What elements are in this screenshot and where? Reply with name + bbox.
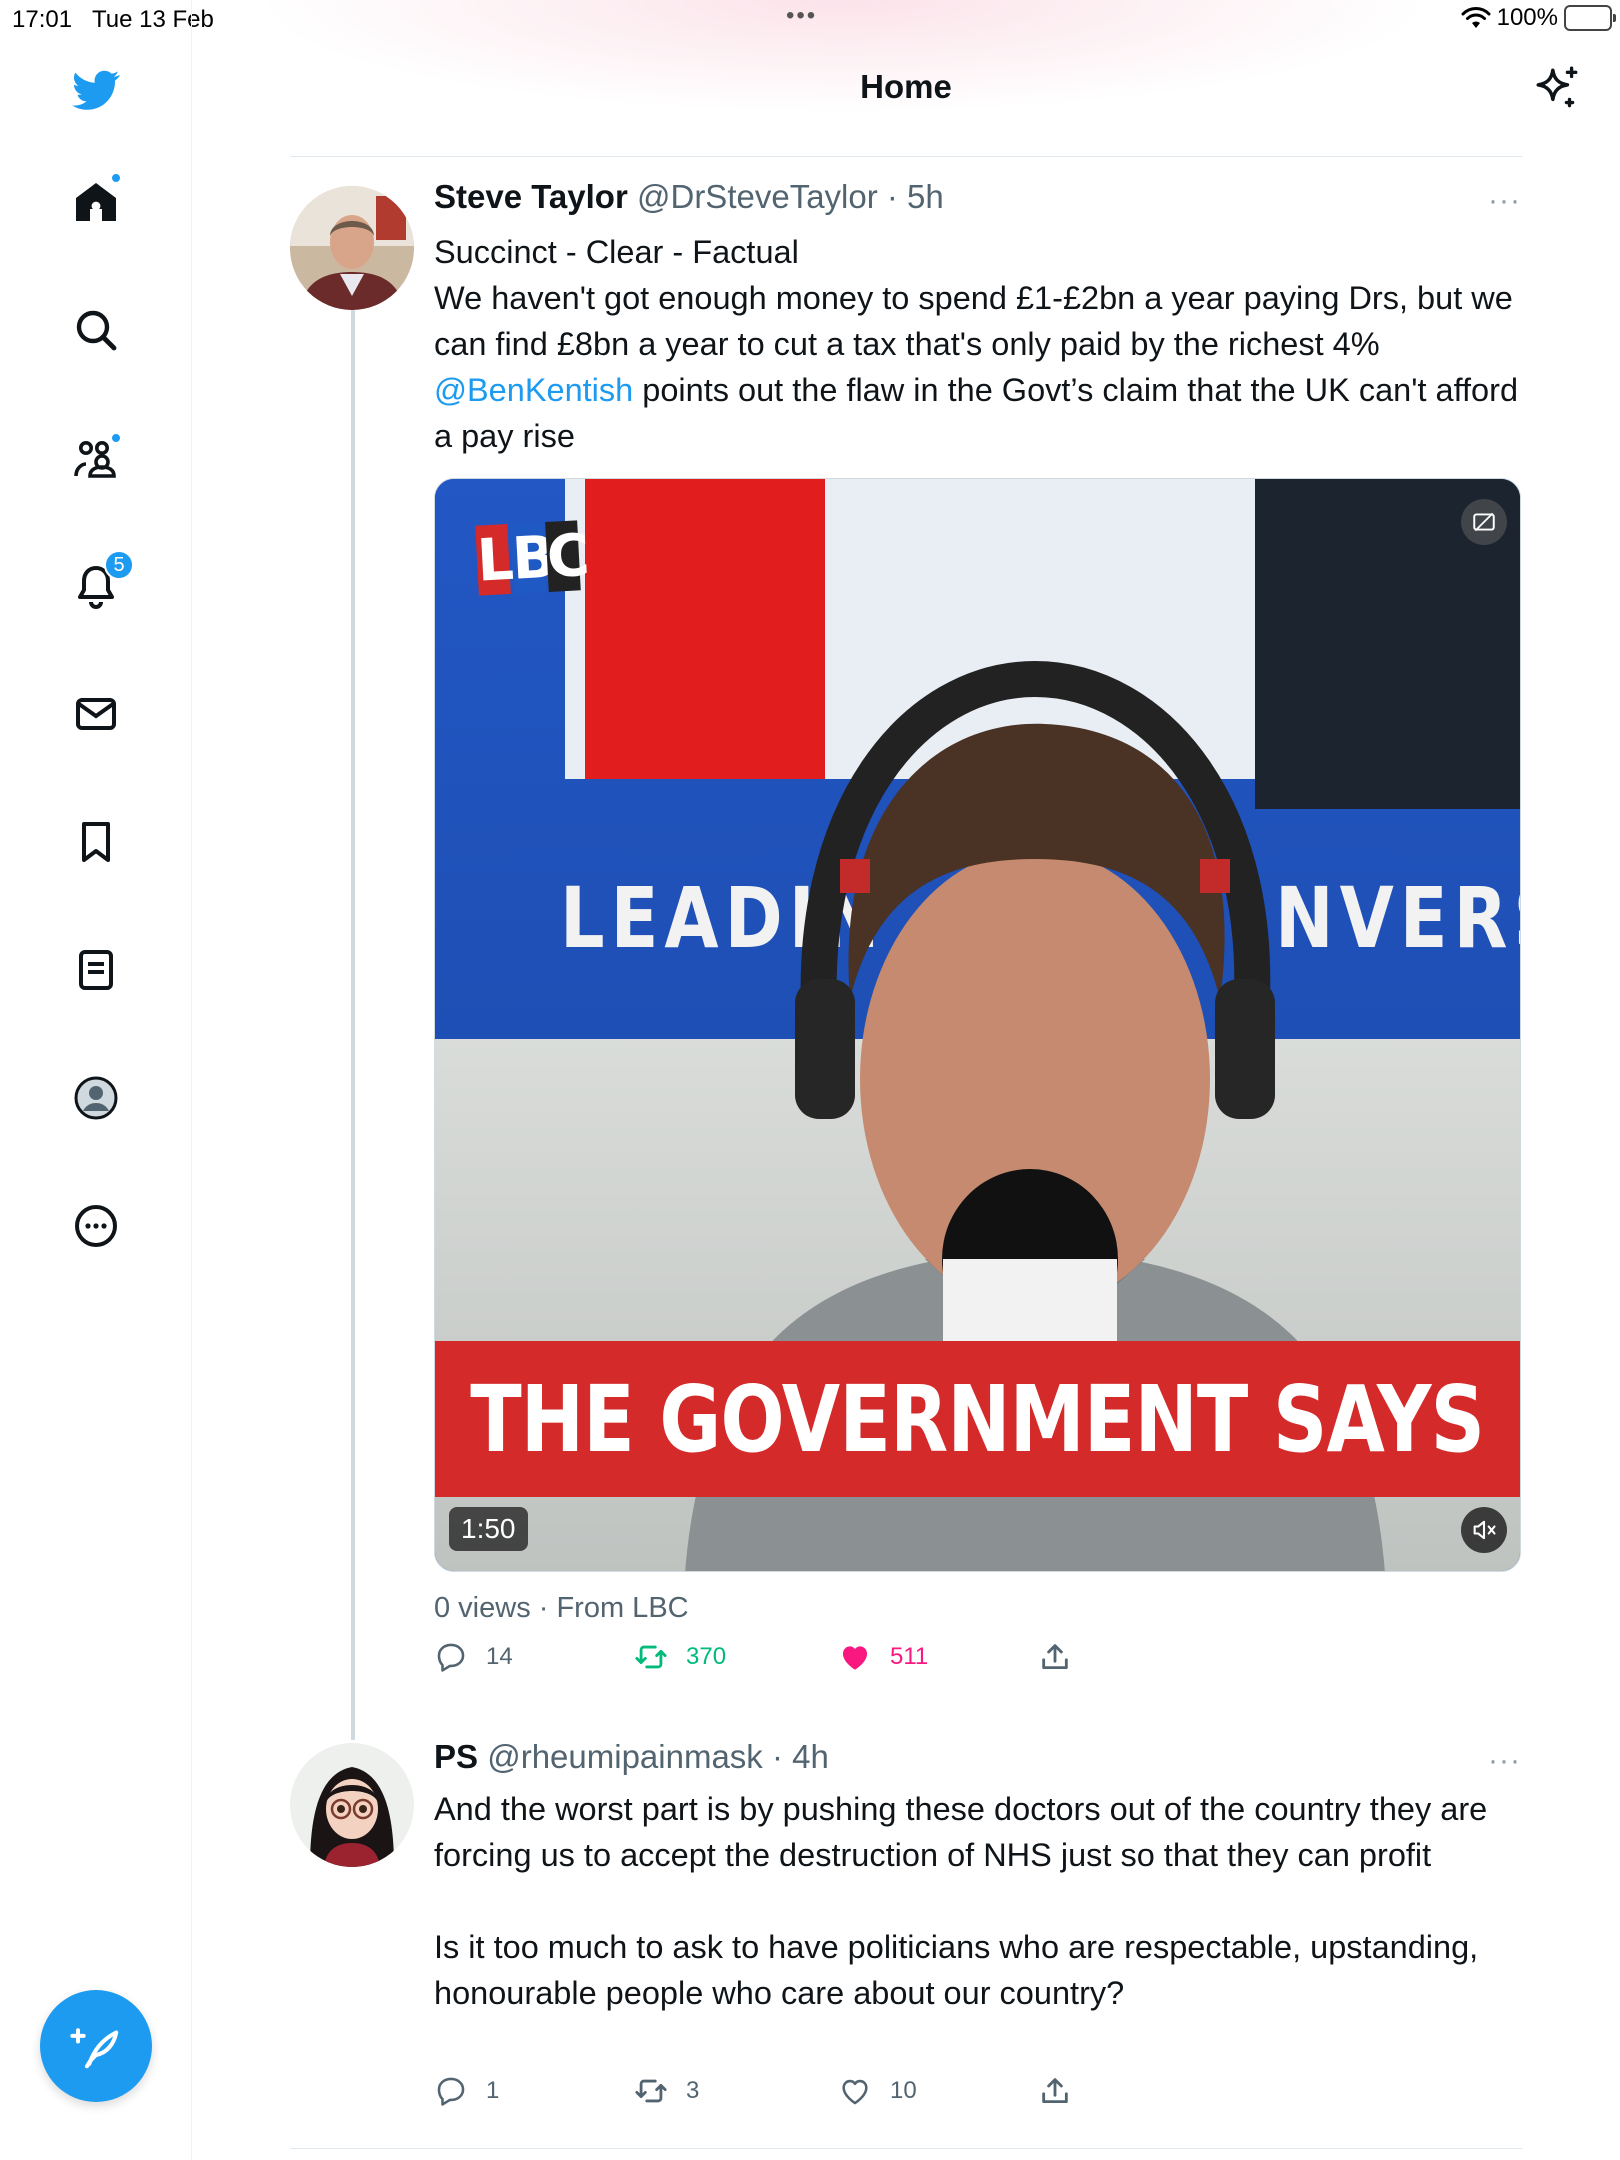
tweet-1-retweet-button[interactable]: 370 <box>634 1640 726 1674</box>
page-title: Home <box>860 68 952 105</box>
profile-icon <box>74 1076 118 1120</box>
nav-more[interactable] <box>66 1196 126 1256</box>
tweet-2-paragraph-2: Is it too much to ask to have politician… <box>434 1929 1488 2011</box>
multitasking-dots[interactable]: ••• <box>786 2 817 30</box>
sparkle-icon <box>1536 66 1578 108</box>
retweet-icon <box>635 2079 667 2103</box>
video-duration: 1:50 <box>449 1507 528 1551</box>
lists-icon <box>79 950 113 990</box>
share-icon <box>1042 1644 1068 1670</box>
tweet-1-timestamp[interactable]: · 5h <box>887 178 944 215</box>
lbc-logo-letter-b: B <box>510 522 558 594</box>
mute-button[interactable] <box>1461 1507 1507 1553</box>
home-icon <box>76 183 116 221</box>
header-divider <box>290 156 1522 157</box>
tweet-1-line-1: Succinct - Clear - Factual <box>434 234 799 270</box>
tweet-2-text: And the worst part is by pushing these d… <box>434 1786 1524 2016</box>
speaker-muted-icon <box>1473 1520 1496 1540</box>
tweet-2-author-handle[interactable]: @rheumipainmask <box>487 1738 763 1775</box>
bookmark-icon <box>82 822 110 862</box>
share-icon <box>1042 2078 1068 2104</box>
lbc-logo-letter-c: C <box>545 520 592 592</box>
battery-icon <box>1564 5 1616 31</box>
tweet-2-like-count: 10 <box>890 2077 917 2104</box>
tweet-1-like-button[interactable]: 511 <box>838 1640 928 1674</box>
tweet-1-header: Steve Taylor @DrSteveTaylor · 5h <box>434 178 944 216</box>
tweet-2-reply-button[interactable]: 1 <box>434 2074 499 2108</box>
nav-explore[interactable] <box>66 300 126 360</box>
tweet-1-view-meta: 0 views · From LBC <box>434 1592 689 1624</box>
nav-communities[interactable] <box>66 428 126 488</box>
wifi-icon <box>1461 7 1491 28</box>
tweet-1-author-name[interactable]: Steve Taylor <box>434 178 628 215</box>
notifications-count-badge: 5 <box>104 550 134 580</box>
mail-icon <box>76 698 116 730</box>
nav-bookmarks[interactable] <box>66 812 126 872</box>
tweet-1-reply-count: 14 <box>486 1643 513 1670</box>
tweet-1-video[interactable]: LEADIN NVERSA L B C THE GOVERNMENT SAYS … <box>434 478 1521 1572</box>
nav-lists[interactable] <box>66 940 126 1000</box>
status-right: 100% <box>1461 4 1616 32</box>
tweet-2-retweet-button[interactable]: 3 <box>634 2074 699 2108</box>
video-caption-banner: THE GOVERNMENT SAYS <box>435 1341 1520 1497</box>
lbc-logo-letter-l: L <box>475 524 516 596</box>
nav-messages[interactable] <box>66 684 126 744</box>
video-caption-text: THE GOVERNMENT SAYS <box>470 1365 1486 1473</box>
reply-icon <box>437 2077 465 2106</box>
tweet-1-author-handle[interactable]: @DrSteveTaylor <box>637 178 878 215</box>
nav-home[interactable] <box>66 172 126 232</box>
compose-feather-icon <box>70 2028 119 2069</box>
status-bar: 17:01 Tue 13 Feb ••• 100% <box>0 0 1620 40</box>
tweet-1-like-count: 511 <box>890 1643 929 1670</box>
tweet-2-actions: 1 3 10 <box>434 2074 1494 2124</box>
captions-button[interactable] <box>1461 499 1507 545</box>
tweet-1-more-button[interactable]: ··· <box>1488 184 1521 218</box>
tweet-1-actions: 14 370 511 <box>434 1640 1494 1690</box>
tweet-1-retweet-count: 370 <box>686 1643 727 1670</box>
sidebar: 5 <box>0 0 192 2160</box>
compose-tweet-button[interactable] <box>40 1990 152 2102</box>
mention-link[interactable]: @BenKentish <box>434 372 633 408</box>
thread-connector-line <box>351 310 355 1740</box>
tweet-2-author-name[interactable]: PS <box>434 1738 478 1775</box>
tweet-2-header: PS @rheumipainmask · 4h <box>434 1738 829 1776</box>
more-circle-icon <box>75 1205 117 1247</box>
communities-dot-badge <box>110 432 122 444</box>
reply-icon <box>437 1643 465 1672</box>
twitter-logo-icon[interactable] <box>66 60 126 120</box>
tweet-1-line-2: We haven't got enough money to spend £1-… <box>434 280 1522 362</box>
tweet-2-share-button[interactable] <box>1038 2074 1072 2108</box>
heart-outline-icon <box>842 2079 868 2105</box>
tweet-2-paragraph-1: And the worst part is by pushing these d… <box>434 1791 1497 1873</box>
tweet-2-retweet-count: 3 <box>686 2077 700 2104</box>
tweet-1-reply-button[interactable]: 14 <box>434 1640 513 1674</box>
nav-profile[interactable] <box>66 1068 126 1128</box>
captions-icon <box>1473 512 1495 532</box>
tweet-2-more-button[interactable]: ··· <box>1488 1744 1521 1778</box>
tweet-2-timestamp[interactable]: · 4h <box>772 1738 829 1775</box>
search-icon <box>76 310 117 351</box>
avatar-ps[interactable] <box>290 1743 414 1867</box>
tweet-2-reply-count: 1 <box>486 2077 500 2104</box>
retweet-icon <box>635 1645 667 1669</box>
tweet-divider <box>290 2148 1522 2149</box>
heart-filled-icon <box>842 1646 868 1670</box>
home-dot-badge <box>110 172 122 184</box>
tweet-1-line-3: @BenKentish points out the flaw in the G… <box>434 367 1524 459</box>
battery-percent: 100% <box>1496 4 1558 31</box>
tweet-1-share-button[interactable] <box>1038 1640 1072 1674</box>
tweet-1-text: Succinct - Clear - Factual We haven't go… <box>434 229 1524 459</box>
nav-notifications[interactable]: 5 <box>66 550 134 616</box>
sparkle-timeline-button[interactable] <box>1532 64 1582 114</box>
tweet-2-like-button[interactable]: 10 <box>838 2074 917 2108</box>
lbc-logo: L B C <box>475 520 592 596</box>
avatar-steve-taylor[interactable] <box>290 186 414 310</box>
